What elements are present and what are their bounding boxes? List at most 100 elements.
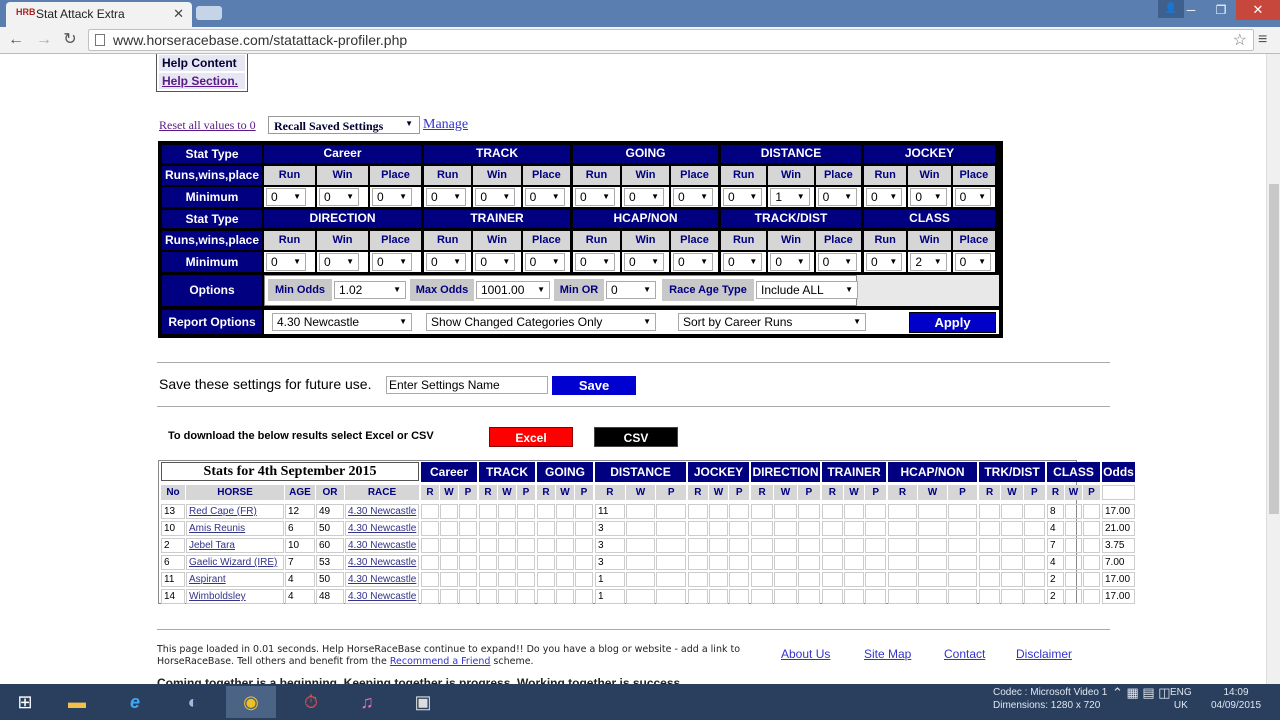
minimum-select[interactable]: 0 ▼	[624, 188, 664, 206]
recommend-friend-link[interactable]: Recommend a Friend	[390, 656, 491, 667]
sort-select[interactable]: Sort by Career Runs ▼	[678, 313, 866, 331]
back-icon[interactable]: ←	[6, 31, 26, 49]
minimum-select[interactable]: 0 ▼	[723, 188, 763, 206]
minimum-select[interactable]: 0 ▼	[475, 188, 516, 206]
disclaimer-link[interactable]: Disclaimer	[1016, 647, 1072, 661]
minimum-select[interactable]: 0 ▼	[954, 188, 991, 206]
race-link[interactable]: 4.30 Newcastle	[345, 555, 419, 570]
race-link[interactable]: 4.30 Newcastle	[345, 589, 419, 604]
minimum-select[interactable]: 0 ▼	[624, 253, 664, 271]
minimum-select[interactable]: 0 ▼	[319, 188, 359, 206]
maximize-icon[interactable]: ❐	[1206, 0, 1236, 20]
race-link[interactable]: 4.30 Newcastle	[345, 504, 419, 519]
sub-label: Place	[815, 231, 861, 250]
minimum-select[interactable]: 0 ▼	[817, 253, 857, 271]
clock[interactable]: 14:09 04/09/2015	[1206, 686, 1266, 712]
race-link[interactable]: 4.30 Newcastle	[345, 572, 419, 587]
bookmark-star-icon[interactable]: ☆	[1233, 30, 1247, 50]
minimum-select[interactable]: 0 ▼	[673, 253, 713, 271]
show-categories-select[interactable]: Show Changed Categories Only ▼	[426, 313, 656, 331]
apply-button[interactable]: Apply	[909, 312, 996, 333]
video-capture-icon[interactable]: ▣	[398, 686, 448, 718]
stat-cell	[625, 572, 656, 587]
reset-values-link[interactable]: Reset all values to 0	[159, 118, 256, 133]
race-select[interactable]: 4.30 Newcastle ▼	[272, 313, 412, 331]
csv-button[interactable]: CSV	[594, 427, 678, 447]
horse-link[interactable]: Jebel Tara	[186, 538, 284, 553]
minimum-select[interactable]: 0 ▼	[372, 188, 412, 206]
internet-explorer-icon[interactable]: e	[110, 686, 160, 718]
tab-close-icon[interactable]: ✕	[173, 6, 184, 22]
site-map-link[interactable]: Site Map	[864, 647, 911, 661]
help-content-link[interactable]: Help Content	[159, 55, 245, 71]
stat-cell	[625, 555, 656, 570]
settings-name-input[interactable]: Enter Settings Name	[386, 376, 548, 394]
recall-settings-select[interactable]: Recall Saved Settings ▼	[268, 116, 420, 134]
min-or-select[interactable]: 0 ▼	[606, 281, 656, 299]
minimum-select[interactable]: 0 ▼	[426, 188, 466, 206]
minimum-select[interactable]: 2 ▼	[910, 253, 947, 271]
minimum-select[interactable]: 1 ▼	[770, 188, 810, 206]
race-age-select[interactable]: Include ALL ▼	[756, 281, 858, 299]
save-button[interactable]: Save	[552, 376, 636, 395]
minimum-select-value: 0	[629, 190, 636, 204]
stat-cell	[865, 538, 886, 553]
minimum-select[interactable]: 0 ▼	[426, 253, 466, 271]
chrome-menu-icon[interactable]: ≡	[1258, 31, 1267, 49]
horse-link[interactable]: Gaelic Wizard (IRE)	[186, 555, 284, 570]
cell-odds: 17.00	[1102, 589, 1135, 604]
contact-link[interactable]: Contact	[944, 647, 985, 661]
help-section-link[interactable]: Help Section.	[159, 73, 245, 89]
about-us-link[interactable]: About Us	[781, 647, 830, 661]
race-link[interactable]: 4.30 Newcastle	[345, 521, 419, 536]
stat-cell	[822, 555, 843, 570]
stat-cell	[537, 572, 555, 587]
minimum-select[interactable]: 0 ▼	[575, 253, 615, 271]
reload-icon[interactable]: ↻	[60, 31, 80, 49]
minimum-select[interactable]: 0 ▼	[372, 253, 412, 271]
new-tab-button[interactable]	[196, 6, 222, 20]
file-explorer-icon[interactable]: ▬	[52, 686, 102, 718]
minimize-icon[interactable]: ─	[1176, 0, 1206, 20]
minimum-select[interactable]: 0 ▼	[319, 253, 359, 271]
minimum-select[interactable]: 0 ▼	[910, 188, 947, 206]
scrollbar-thumb[interactable]	[1269, 184, 1279, 514]
excel-button[interactable]: Excel	[489, 427, 573, 447]
chrome-icon[interactable]: ◉	[226, 686, 276, 718]
minimum-select[interactable]: 0 ▼	[866, 253, 903, 271]
address-bar[interactable]: www.horseracebase.com/statattack-profile…	[88, 29, 1254, 51]
minimum-select[interactable]: 0 ▼	[954, 253, 991, 271]
page-scrollbar[interactable]	[1266, 54, 1280, 684]
minimum-select[interactable]: 0 ▼	[817, 188, 857, 206]
browser-tab[interactable]: HRB Stat Attack Extra ✕	[6, 2, 192, 27]
stat-cell	[843, 555, 865, 570]
horse-link[interactable]: Wimboldsley	[186, 589, 284, 604]
window-close-icon[interactable]: ✕	[1236, 0, 1280, 20]
minimum-select[interactable]: 0 ▼	[475, 253, 516, 271]
results-group-header: Career	[421, 462, 477, 482]
app-icon[interactable]: ◐	[168, 686, 218, 718]
max-odds-select[interactable]: 1001.00 ▼	[476, 281, 550, 299]
minimum-select[interactable]: 0 ▼	[866, 188, 903, 206]
min-odds-select[interactable]: 1.02 ▼	[334, 281, 406, 299]
horse-link[interactable]: Aspirant	[186, 572, 284, 587]
minimum-select[interactable]: 0 ▼	[575, 188, 615, 206]
horse-link[interactable]: Red Cape (FR)	[186, 504, 284, 519]
horse-link[interactable]: Amis Reunis	[186, 521, 284, 536]
minimum-select[interactable]: 0 ▼	[673, 188, 713, 206]
footer-motto: Coming together is a beginning. Keeping …	[157, 676, 684, 684]
recorder-icon[interactable]: ⏱	[286, 686, 336, 718]
minimum-select[interactable]: 0 ▼	[770, 253, 810, 271]
manage-link[interactable]: Manage	[423, 117, 468, 133]
minimum-select[interactable]: 0 ▼	[524, 253, 565, 271]
minimum-select[interactable]: 0 ▼	[723, 253, 763, 271]
tray-icons[interactable]: ⌃ ▦ ▤ ◫	[1112, 686, 1171, 699]
minimum-select[interactable]: 0 ▼	[524, 188, 565, 206]
minimum-select[interactable]: 0 ▼	[266, 188, 306, 206]
windows-start-icon[interactable]: ⊞	[0, 686, 50, 718]
language-indicator[interactable]: ENG UK	[1170, 686, 1192, 712]
music-icon[interactable]: ♫	[342, 686, 392, 718]
minimum-select[interactable]: 0 ▼	[266, 253, 306, 271]
forward-icon[interactable]: →	[34, 31, 54, 49]
race-link[interactable]: 4.30 Newcastle	[345, 538, 419, 553]
